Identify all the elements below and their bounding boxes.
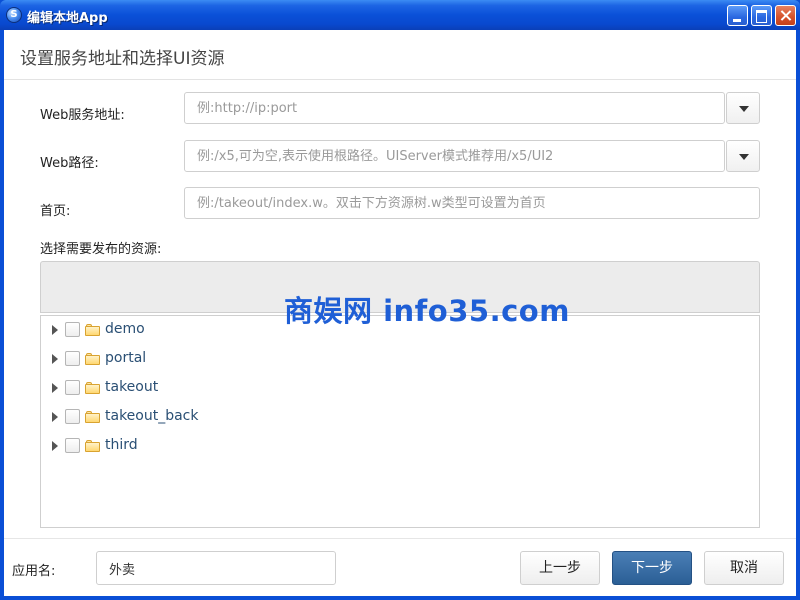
tree-checkbox[interactable] — [65, 322, 80, 337]
chevron-down-icon — [739, 106, 749, 112]
title-bar[interactable]: S 编辑本地App — [0, 0, 800, 30]
tree-checkbox[interactable] — [65, 380, 80, 395]
dialog-header: 设置服务地址和选择UI资源 — [4, 30, 796, 80]
tree-item-label: takeout_back — [105, 408, 199, 424]
dialog-footer: 应用名: 上一步 下一步 取消 — [4, 538, 796, 596]
tree-item-takeout[interactable]: takeout — [41, 377, 759, 399]
tree-checkbox[interactable] — [65, 409, 80, 424]
resources-label: 选择需要发布的资源: — [40, 242, 162, 257]
expand-arrow-icon[interactable] — [52, 325, 58, 335]
cancel-button[interactable]: 取消 — [704, 551, 784, 585]
maximize-button[interactable] — [751, 5, 772, 26]
close-button[interactable] — [775, 5, 796, 26]
expand-arrow-icon[interactable] — [52, 441, 58, 451]
folder-icon — [85, 382, 101, 394]
page-title: 设置服务地址和选择UI资源 — [20, 49, 225, 69]
previous-step-button[interactable]: 上一步 — [520, 551, 600, 585]
folder-icon — [85, 440, 101, 452]
web-service-label: Web服务地址: — [40, 108, 125, 123]
app-name-label: 应用名: — [12, 564, 56, 579]
next-step-button[interactable]: 下一步 — [612, 551, 692, 585]
web-service-dropdown-button[interactable] — [726, 92, 760, 124]
app-window: S 编辑本地App 设置服务地址和选择UI资源 Web服务地址: Web路径: … — [0, 0, 800, 600]
tree-item-portal[interactable]: portal — [41, 348, 759, 370]
resource-tree[interactable]: demo portal takeout takeout_back third — [40, 315, 760, 528]
tree-item-third[interactable]: third — [41, 435, 759, 457]
dialog-body: 设置服务地址和选择UI资源 Web服务地址: Web路径: 首页: 选择需要发布… — [4, 30, 796, 596]
expand-arrow-icon[interactable] — [52, 383, 58, 393]
tree-item-label: takeout — [105, 379, 159, 395]
tree-item-takeout-back[interactable]: takeout_back — [41, 406, 759, 428]
web-path-dropdown-button[interactable] — [726, 140, 760, 172]
tree-checkbox[interactable] — [65, 438, 80, 453]
web-service-input[interactable] — [184, 92, 725, 124]
chevron-down-icon — [739, 154, 749, 160]
folder-icon — [85, 353, 101, 365]
web-path-label: Web路径: — [40, 156, 99, 171]
folder-icon — [85, 411, 101, 423]
folder-icon — [85, 324, 101, 336]
home-page-label: 首页: — [40, 204, 71, 219]
tree-checkbox[interactable] — [65, 351, 80, 366]
web-path-input[interactable] — [184, 140, 725, 172]
watermark: 商娱网 info35.com — [284, 294, 570, 328]
tree-item-label: portal — [105, 350, 147, 366]
app-name-input[interactable] — [96, 551, 336, 585]
window-title: 编辑本地App — [27, 11, 108, 26]
tree-item-label: third — [105, 437, 138, 453]
expand-arrow-icon[interactable] — [52, 354, 58, 364]
expand-arrow-icon[interactable] — [52, 412, 58, 422]
minimize-button[interactable] — [727, 5, 748, 26]
home-page-input[interactable] — [184, 187, 760, 219]
app-icon: S — [6, 7, 22, 23]
tree-item-label: demo — [105, 321, 145, 337]
